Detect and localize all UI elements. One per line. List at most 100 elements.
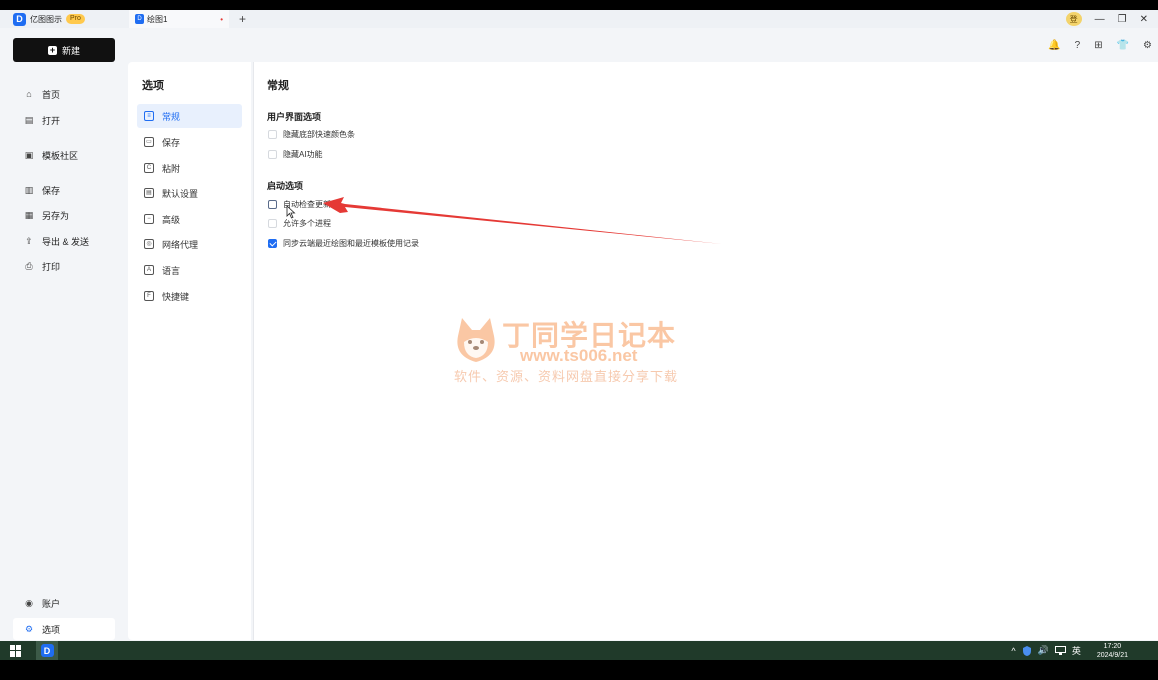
- settings-icon[interactable]: ⚙: [1143, 40, 1152, 51]
- save-icon: ▭: [144, 137, 154, 147]
- options-item-label: 粘附: [162, 163, 181, 174]
- left-sidebar: ⌂ 首页 ▤ 打开 ▣ 模板社区 ▥ 保存 ▦ 另存为 ⇪ 导出 & 发送 ⎙ …: [0, 62, 126, 642]
- snap-icon: C: [144, 163, 154, 173]
- sidebar-item-print[interactable]: ⎙ 打印: [13, 255, 115, 277]
- add-tab-button[interactable]: +: [239, 12, 246, 26]
- options-item-shortcuts[interactable]: F 快捷键: [137, 284, 242, 308]
- minimize-button[interactable]: —: [1095, 14, 1105, 25]
- bottom-black-band: [0, 660, 1158, 680]
- checkbox-label: 同步云端最近绘图和最近模板使用记录: [283, 239, 419, 248]
- account-icon: ◉: [25, 598, 33, 608]
- hide-color-bar-option[interactable]: 隐藏底部快速颜色条: [268, 129, 355, 140]
- sidebar-item-label: 保存: [42, 185, 61, 196]
- checkbox-label: 允许多个进程: [283, 219, 331, 228]
- login-avatar[interactable]: 登: [1065, 12, 1082, 26]
- shortcuts-icon: F: [144, 291, 154, 301]
- checkbox[interactable]: [268, 150, 277, 159]
- checkbox-checked[interactable]: [268, 239, 277, 248]
- windows-start-icon[interactable]: [10, 644, 24, 657]
- sidebar-item-save-as[interactable]: ▦ 另存为: [13, 204, 115, 226]
- close-button[interactable]: ✕: [1140, 14, 1148, 25]
- auto-update-option[interactable]: 自动检查更新: [268, 199, 331, 210]
- options-item-label: 网络代理: [162, 239, 199, 250]
- multi-process-option[interactable]: 允许多个进程: [268, 218, 331, 229]
- options-item-snap[interactable]: C 粘附: [137, 156, 242, 180]
- sidebar-item-label: 导出 & 发送: [42, 236, 90, 247]
- cloud-sync-option[interactable]: 同步云端最近绘图和最近模板使用记录: [268, 238, 419, 249]
- tray-expand-icon[interactable]: ^: [1011, 646, 1015, 656]
- proxy-icon: ◎: [144, 239, 154, 249]
- clock[interactable]: 17:20 2024/9/21: [1097, 642, 1128, 660]
- sidebar-item-home[interactable]: ⌂ 首页: [13, 83, 115, 105]
- checkbox[interactable]: [268, 130, 277, 139]
- edraw-app-icon: D: [40, 644, 54, 657]
- network-icon[interactable]: [1054, 646, 1066, 655]
- options-item-advanced[interactable]: − 高级: [137, 207, 242, 231]
- sidebar-item-label: 打开: [42, 115, 61, 126]
- shield-icon[interactable]: [1022, 645, 1032, 656]
- document-icon: D: [135, 14, 144, 24]
- help-icon[interactable]: ?: [1075, 40, 1081, 51]
- app-logo-icon: D: [13, 12, 26, 26]
- community-icon: ▣: [24, 150, 34, 160]
- new-button[interactable]: + 新建: [13, 38, 115, 62]
- sidebar-item-save[interactable]: ▥ 保存: [13, 179, 115, 201]
- gear-icon: ⚙: [24, 624, 34, 634]
- options-item-label: 默认设置: [162, 188, 199, 199]
- options-item-label: 常规: [162, 111, 181, 122]
- options-item-label: 快捷键: [162, 291, 190, 302]
- sidebar-item-open[interactable]: ▤ 打开: [13, 109, 115, 131]
- page-title: 常规: [267, 80, 289, 92]
- advanced-icon: −: [144, 214, 154, 224]
- sidebar-item-label: 打印: [42, 261, 61, 272]
- volume-icon[interactable]: 🔊: [1038, 645, 1049, 656]
- taskbar: D ^ 🔊 英 17:20 2024/9/21: [0, 641, 1158, 660]
- options-item-proxy[interactable]: ◎ 网络代理: [137, 232, 242, 256]
- options-item-label: 语言: [162, 265, 181, 276]
- document-tab[interactable]: D 绘图1 •: [129, 10, 229, 28]
- bell-icon[interactable]: 🔔: [1048, 40, 1060, 51]
- options-item-label: 保存: [162, 137, 181, 148]
- pro-badge: Pro: [66, 14, 85, 24]
- options-item-save[interactable]: ▭ 保存: [137, 130, 242, 154]
- apps-icon[interactable]: ⊞: [1094, 40, 1102, 51]
- plus-icon: +: [47, 44, 57, 55]
- app-name: 亿图图示: [30, 14, 62, 24]
- new-button-label: 新建: [61, 45, 80, 56]
- options-item-general[interactable]: ≡ 常规: [137, 104, 242, 128]
- unsaved-dot-icon: •: [220, 14, 223, 24]
- save-icon: ▥: [24, 185, 34, 195]
- hide-ai-option[interactable]: 隐藏AI功能: [268, 149, 323, 160]
- top-black-band: [0, 0, 1158, 10]
- clock-date: 2024/9/21: [1096, 651, 1128, 659]
- options-item-defaults[interactable]: ▤ 默认设置: [137, 181, 242, 205]
- options-item-language[interactable]: A 语言: [137, 258, 242, 282]
- sidebar-item-label: 首页: [42, 89, 61, 100]
- shirt-icon[interactable]: 👕: [1117, 40, 1129, 51]
- sidebar-item-templates[interactable]: ▣ 模板社区: [13, 144, 115, 166]
- toolbar-row: + 新建 🔔 ? ⊞ 👕 ⚙: [0, 28, 1158, 62]
- options-title: 选项: [142, 80, 164, 92]
- checkbox[interactable]: [268, 200, 277, 209]
- language-indicator[interactable]: 英: [1072, 644, 1081, 657]
- sidebar-item-label: 模板社区: [42, 150, 79, 161]
- options-item-label: 高级: [162, 214, 181, 225]
- sidebar-item-export[interactable]: ⇪ 导出 & 发送: [13, 230, 115, 252]
- print-icon: ⎙: [25, 261, 33, 271]
- sidebar-item-label: 账户: [42, 598, 61, 609]
- checkbox[interactable]: [268, 219, 277, 228]
- startup-options-heading: 启动选项: [267, 181, 304, 191]
- options-nav-panel: 选项 ≡ 常规 ▭ 保存 C 粘附 ▤ 默认设置 − 高级 ◎ 网络代理 A 语…: [128, 62, 251, 640]
- watermark-url: www.ts006.net: [520, 346, 638, 365]
- shiba-logo-icon: [457, 318, 495, 362]
- right-toolbar: 🔔 ? ⊞ 👕 ⚙: [1048, 40, 1152, 51]
- sidebar-item-options[interactable]: ⚙ 选项: [13, 618, 115, 640]
- language-icon: A: [144, 265, 154, 275]
- home-icon: ⌂: [26, 89, 32, 99]
- checkbox-label: 自动检查更新: [283, 200, 331, 209]
- general-icon: ≡: [144, 111, 154, 121]
- sidebar-item-account[interactable]: ◉ 账户: [13, 592, 115, 614]
- taskbar-app-button[interactable]: D: [36, 641, 58, 660]
- export-icon: ⇪: [25, 236, 33, 246]
- restore-button[interactable]: ❐: [1118, 14, 1127, 25]
